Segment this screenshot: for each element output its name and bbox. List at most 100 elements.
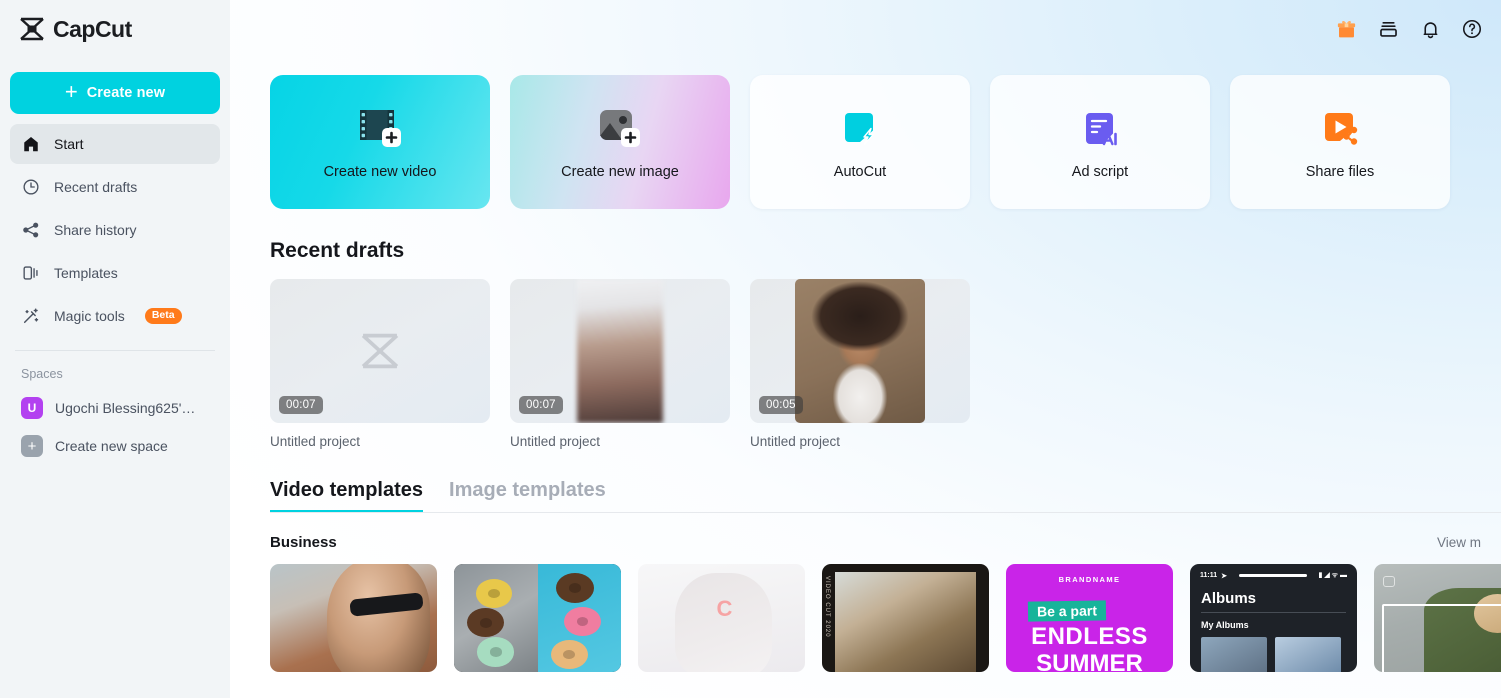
template-card[interactable] bbox=[1374, 564, 1501, 672]
share-files-card[interactable]: Share files bbox=[1230, 75, 1450, 209]
app-logo-text: CapCut bbox=[53, 15, 132, 42]
sidebar-item-label: Share history bbox=[54, 222, 137, 238]
signal-icons: ▮ ◢ ᯤ ▬ bbox=[1318, 572, 1347, 579]
donuts-falling-half bbox=[537, 564, 621, 672]
notch-pill bbox=[1239, 574, 1307, 577]
content-area: Create new video Create new image AutoCu… bbox=[230, 75, 1501, 672]
template-brandname: BRANDNAME bbox=[1058, 575, 1121, 584]
c-logo-overlay: C bbox=[716, 596, 733, 622]
inbox-icon[interactable] bbox=[1371, 12, 1405, 46]
capcut-placeholder-icon bbox=[361, 333, 399, 369]
tab-image-templates[interactable]: Image templates bbox=[449, 479, 606, 513]
draft-thumbnail[interactable]: 00:05 bbox=[750, 279, 970, 423]
app-logo[interactable]: CapCut bbox=[10, 0, 220, 58]
action-card-label: Create new image bbox=[561, 164, 679, 180]
spaces-section-label: Spaces bbox=[21, 367, 63, 381]
gift-icon[interactable] bbox=[1329, 12, 1363, 46]
sidebar-item-label: Magic tools bbox=[54, 308, 125, 324]
draft-duration: 00:05 bbox=[759, 396, 803, 414]
image-add-icon bbox=[596, 104, 644, 154]
draft-preview-image bbox=[577, 279, 663, 423]
donut-glazed bbox=[550, 639, 588, 669]
draft-card[interactable]: 00:05 Untitled project bbox=[750, 279, 970, 449]
templates-icon bbox=[21, 263, 41, 283]
main-content: Create new video Create new image AutoCu… bbox=[230, 0, 1501, 698]
template-card[interactable]: BRANDNAME Be a part ENDLESS SUMMER bbox=[1006, 564, 1173, 672]
template-card[interactable]: C bbox=[638, 564, 805, 672]
phone-clock: 11:11 bbox=[1200, 572, 1218, 579]
draft-card[interactable]: 00:07 Untitled project bbox=[510, 279, 730, 449]
templates-tabs: Video templates Image templates bbox=[270, 479, 1501, 513]
sidebar-item-label: Recent drafts bbox=[54, 179, 138, 195]
view-more-link[interactable]: View m bbox=[1437, 535, 1481, 550]
ad-script-ai-icon bbox=[1078, 104, 1122, 154]
donut-yellow bbox=[475, 579, 513, 609]
autocut-icon bbox=[838, 104, 882, 154]
draft-name: Untitled project bbox=[510, 434, 601, 449]
tab-video-templates[interactable]: Video templates bbox=[270, 479, 423, 513]
template-tag-text: Be a part bbox=[1027, 600, 1107, 622]
notification-bell-icon[interactable] bbox=[1413, 12, 1447, 46]
template-card[interactable] bbox=[454, 564, 621, 672]
create-new-space-button[interactable]: + Create new space bbox=[10, 427, 220, 465]
sidebar-item-start[interactable]: Start bbox=[10, 124, 220, 164]
autocut-card[interactable]: AutoCut bbox=[750, 75, 970, 209]
ad-script-card[interactable]: Ad script bbox=[990, 75, 1210, 209]
donut-pink bbox=[564, 607, 601, 637]
white-frame-overlay bbox=[1382, 604, 1501, 672]
recent-drafts-list: 00:07 Untitled project 00:07 Untitled pr… bbox=[270, 279, 1501, 449]
draft-thumbnail[interactable]: 00:07 bbox=[270, 279, 490, 423]
sidebar-item-templates[interactable]: Templates bbox=[10, 253, 220, 293]
donut-chocolate bbox=[555, 572, 595, 603]
draft-duration: 00:07 bbox=[519, 396, 563, 414]
plus-icon: + bbox=[64, 79, 78, 104]
create-new-image-card[interactable]: Create new image bbox=[510, 75, 730, 209]
category-title: Business bbox=[270, 534, 337, 551]
category-row: Business View m bbox=[270, 534, 1501, 551]
sidebar: CapCut + Create new Start Recent drafts bbox=[0, 0, 230, 698]
sidebar-item-magic-tools[interactable]: Magic tools Beta bbox=[10, 296, 220, 336]
capcut-app-window: CapCut + Create new Start Recent drafts bbox=[0, 0, 1501, 698]
draft-name: Untitled project bbox=[750, 434, 841, 449]
help-icon[interactable] bbox=[1455, 12, 1489, 46]
draft-duration: 00:07 bbox=[279, 396, 323, 414]
action-card-label: Share files bbox=[1305, 164, 1375, 180]
create-new-video-card[interactable]: Create new video bbox=[270, 75, 490, 209]
draft-name: Untitled project bbox=[270, 434, 361, 449]
donut-chocolate bbox=[467, 608, 505, 638]
template-headline-2: SUMMER bbox=[1036, 650, 1143, 672]
recent-drafts-title: Recent drafts bbox=[270, 239, 405, 262]
sidebar-item-share-history[interactable]: Share history bbox=[10, 210, 220, 250]
action-card-label: Ad script bbox=[1071, 164, 1129, 180]
sidebar-item-recent-drafts[interactable]: Recent drafts bbox=[10, 167, 220, 207]
film-strip-add-icon bbox=[356, 104, 404, 154]
share-icon bbox=[21, 220, 41, 240]
donuts-tray-half bbox=[454, 564, 538, 672]
share-files-icon bbox=[1318, 104, 1362, 154]
sidebar-item-label: Templates bbox=[54, 265, 118, 281]
camera-icon bbox=[1383, 576, 1395, 587]
beta-badge: Beta bbox=[144, 308, 182, 324]
dessert-photo bbox=[835, 572, 976, 672]
phone-divider bbox=[1201, 612, 1346, 613]
create-new-label: Create new bbox=[86, 85, 166, 101]
tabs-underline bbox=[270, 512, 1501, 513]
draft-card[interactable]: 00:07 Untitled project bbox=[270, 279, 490, 449]
template-card[interactable]: VIDEO CUT 2020 bbox=[822, 564, 989, 672]
create-new-button[interactable]: + Create new bbox=[10, 72, 220, 114]
avatar: U bbox=[21, 397, 43, 419]
space-name-label: Create new space bbox=[55, 438, 168, 454]
template-card[interactable]: 11:11 ➤ ▮ ◢ ᯤ ▬ Albums My Albums bbox=[1190, 564, 1357, 672]
magic-wand-icon bbox=[21, 306, 41, 326]
template-card[interactable] bbox=[270, 564, 437, 672]
top-bar bbox=[230, 0, 1501, 58]
draft-thumbnail[interactable]: 00:07 bbox=[510, 279, 730, 423]
space-item-user[interactable]: U Ugochi Blessing625'… bbox=[10, 389, 220, 427]
home-icon bbox=[21, 134, 41, 154]
phone-status-bar: 11:11 ➤ ▮ ◢ ᯤ ▬ bbox=[1200, 571, 1347, 580]
template-vertical-text: VIDEO CUT 2020 bbox=[824, 576, 830, 638]
capcut-logo-icon bbox=[20, 17, 44, 41]
sunglasses-shape bbox=[349, 592, 425, 618]
location-arrow-icon: ➤ bbox=[1221, 572, 1228, 580]
draft-preview-image bbox=[795, 279, 925, 423]
